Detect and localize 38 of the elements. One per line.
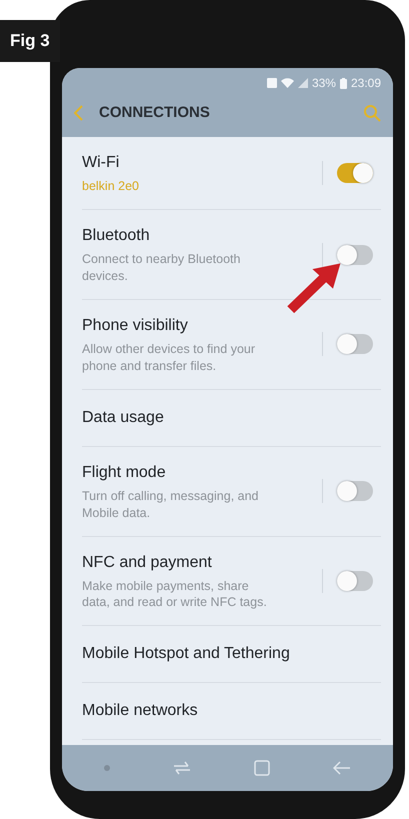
home-icon[interactable] — [254, 760, 270, 776]
item-title: Mobile Hotspot and Tethering — [82, 644, 291, 664]
item-title: NFC and payment — [82, 552, 213, 572]
settings-item[interactable]: NFC and payment Make mobile payments, share data, and read or write NFC tags. — [82, 536, 381, 626]
battery-icon — [340, 78, 347, 88]
settings-item[interactable]: Flight mode Turn off calling, messaging, and Mobile data. — [82, 446, 381, 536]
item-title: Mobile networks — [82, 701, 199, 722]
settings-item[interactable]: Data usage — [82, 390, 381, 447]
notification-icon — [266, 78, 277, 88]
item-title: Phone visibility — [82, 316, 189, 336]
back-icon[interactable] — [74, 105, 83, 122]
search-icon[interactable] — [363, 104, 381, 122]
status-time: 23:09 — [350, 75, 381, 92]
wifi-icon — [280, 78, 294, 88]
settings-item[interactable]: Mobile Hotspot and Tethering — [82, 626, 381, 684]
settings-item[interactable]: Mobile networks — [82, 683, 381, 740]
item-description: Allow other devices to find your phone and transfer files. — [82, 341, 256, 375]
signal-icon — [298, 78, 308, 88]
toggle-switch[interactable] — [337, 244, 373, 265]
item-description: Turn off calling, messaging, and Mobile data. — [82, 488, 260, 522]
recent-apps-icon[interactable] — [172, 761, 191, 775]
screen-title: CONNECTIONS — [99, 103, 211, 123]
figure-label: Fig 3 — [0, 20, 60, 62]
item-status: belkin 2e0 — [82, 178, 140, 194]
item-description: Make mobile payments, share data, and read or write NFC tags. — [82, 578, 268, 612]
item-title: Data usage — [82, 408, 165, 428]
battery-percentage: 33% — [312, 75, 336, 92]
item-title: Flight mode — [82, 462, 167, 483]
item-description: Connect to nearby Bluetooth devices. — [82, 251, 242, 285]
toggle-switch[interactable] — [337, 334, 373, 354]
pointer-arrow — [285, 262, 341, 314]
toggle-switch[interactable] — [337, 570, 373, 591]
settings-item[interactable]: Wi-Fi belkin 2e0 — [82, 136, 381, 210]
dot-icon[interactable] — [104, 765, 110, 771]
toggle-switch[interactable] — [337, 481, 373, 502]
toggle-switch[interactable] — [337, 162, 373, 183]
item-title: Wi-Fi — [82, 152, 120, 172]
item-title: Bluetooth — [82, 226, 151, 246]
